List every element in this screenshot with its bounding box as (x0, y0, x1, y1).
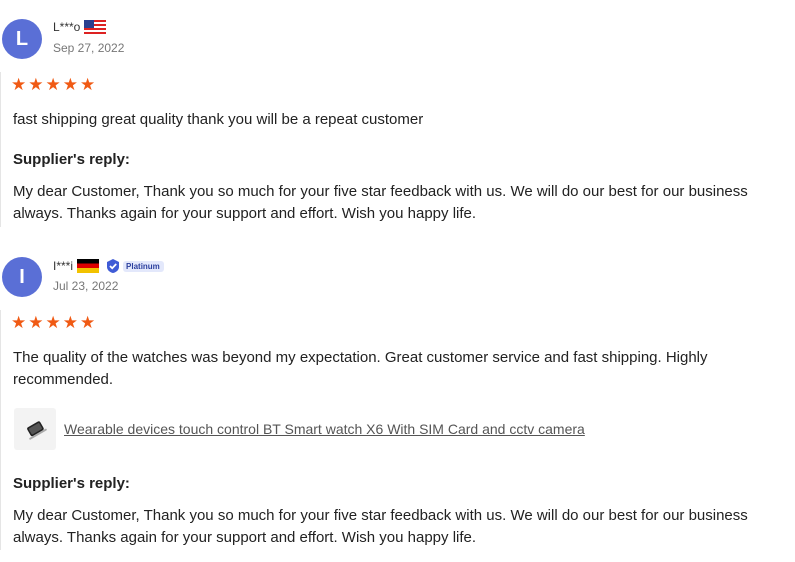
reviewer-name-row: L***o (53, 20, 107, 34)
us-flag-icon (84, 20, 107, 34)
reviewer-name: I***i (53, 259, 74, 273)
platinum-badge: Platinum (105, 258, 164, 274)
star-rating: ★ ★ ★ ★ ★ (11, 76, 95, 93)
supplier-reply-text: My dear Customer, Thank you so much for … (13, 183, 748, 222)
star-icon: ★ (45, 75, 61, 94)
review-content: ★ ★ ★ ★ ★ The quality of the watches was… (0, 310, 791, 550)
review-item: L L***o Sep 27, 2022 ★ ★ ★ ★ ★ fast ship… (0, 0, 795, 230)
review-item: I I***i Platinum Jul 23, 2022 ★ ★ ★ ★ ★ … (0, 236, 795, 562)
star-icon: ★ (62, 75, 78, 94)
star-icon: ★ (28, 313, 44, 332)
star-icon: ★ (80, 313, 96, 332)
avatar: I (2, 257, 42, 297)
platinum-label: Platinum (123, 260, 164, 272)
star-icon: ★ (11, 75, 27, 94)
verified-check-icon (107, 259, 120, 273)
supplier-reply-heading: Supplier's reply: (13, 475, 130, 492)
star-rating: ★ ★ ★ ★ ★ (11, 314, 95, 331)
product-reference[interactable]: Wearable devices touch control BT Smart … (14, 408, 585, 450)
review-content: ★ ★ ★ ★ ★ fast shipping great quality th… (0, 72, 791, 227)
supplier-reply-heading: Supplier's reply: (13, 151, 130, 168)
reviewer-name-row: I***i Platinum (53, 258, 164, 274)
avatar: L (2, 19, 42, 59)
star-icon: ★ (62, 313, 78, 332)
review-date: Jul 23, 2022 (53, 279, 119, 293)
germany-flag-icon (77, 259, 100, 273)
star-icon: ★ (45, 313, 61, 332)
review-date: Sep 27, 2022 (53, 41, 125, 55)
smartwatch-icon (27, 421, 47, 440)
supplier-reply-text: My dear Customer, Thank you so much for … (13, 507, 748, 546)
star-icon: ★ (28, 75, 44, 94)
star-icon: ★ (11, 313, 27, 332)
review-text: fast shipping great quality thank you wi… (13, 111, 424, 128)
review-text: The quality of the watches was beyond my… (13, 349, 708, 388)
product-thumbnail[interactable] (14, 408, 56, 450)
star-icon: ★ (80, 75, 96, 94)
product-link[interactable]: Wearable devices touch control BT Smart … (64, 421, 585, 437)
reviewer-name: L***o (53, 20, 81, 34)
